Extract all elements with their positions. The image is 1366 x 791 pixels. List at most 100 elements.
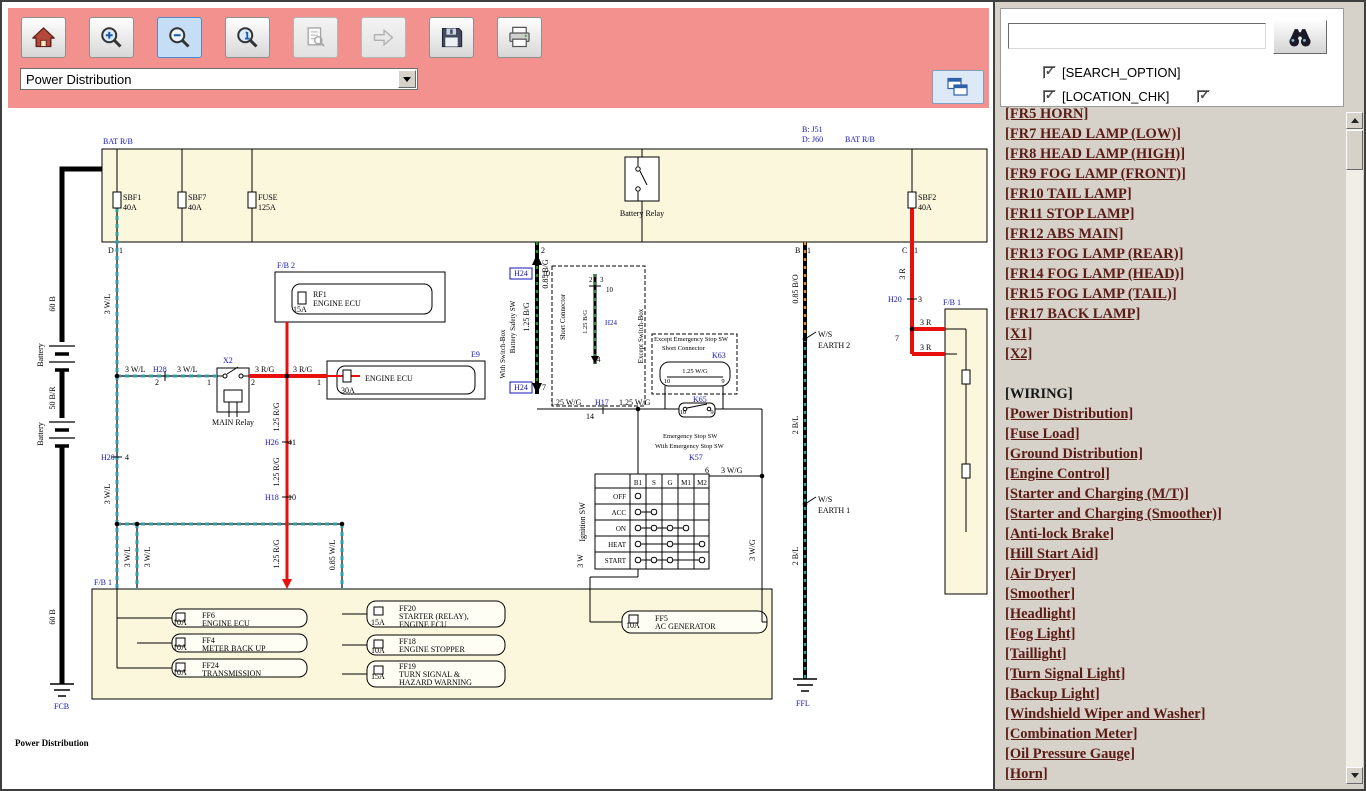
fit-page-button[interactable] <box>293 17 338 58</box>
home-button[interactable] <box>21 17 66 58</box>
nav-link[interactable]: [FR5 HORN] <box>1005 104 1345 124</box>
nav-link[interactable]: [Horn] <box>1005 764 1345 784</box>
zoom-actual-button[interactable] <box>225 17 270 58</box>
search-input[interactable] <box>1008 23 1266 49</box>
nav-link[interactable]: [Backup Light] <box>1005 684 1345 704</box>
nav-link[interactable]: [Engine Control] <box>1005 464 1345 484</box>
diagram-connector-label[interactable]: K57 <box>689 453 703 462</box>
diagram-select[interactable]: Power Distribution <box>20 68 418 90</box>
nav-link[interactable]: [FR17 BACK LAMP] <box>1005 304 1345 324</box>
nav-link[interactable]: [Oil Pressure Gauge] <box>1005 744 1345 764</box>
nav-link[interactable]: [FR13 FOG LAMP (REAR)] <box>1005 244 1345 264</box>
diagram-text-label: TRANSMISSION <box>202 669 261 678</box>
nav-link[interactable]: [X2] <box>1005 344 1345 364</box>
location-chk-checkbox[interactable] <box>1043 90 1056 103</box>
nav-link[interactable]: [Fuse Load] <box>1005 424 1345 444</box>
zoom-in-button[interactable] <box>89 17 134 58</box>
nav-link[interactable]: [FR10 TAIL LAMP] <box>1005 184 1345 204</box>
diagram-text-label: 10 <box>288 493 296 502</box>
diagram-connector-label[interactable]: H20 <box>888 295 902 304</box>
nav-link[interactable]: [FR9 FOG LAMP (FRONT)] <box>1005 164 1345 184</box>
diagram-connector-label[interactable]: BAT R/B <box>103 137 133 146</box>
nav-link[interactable]: [Windshield Wiper and Washer] <box>1005 704 1345 724</box>
diagram-connector-label[interactable]: BAT R/B <box>845 135 875 144</box>
cascade-windows-button[interactable] <box>932 70 984 104</box>
diagram-text-label: Battery <box>36 343 45 367</box>
nav-link[interactable]: [FR12 ABS MAIN] <box>1005 224 1345 244</box>
nav-link[interactable]: [Starter and Charging (M/T)] <box>1005 484 1345 504</box>
diagram-text-label: 60 B <box>48 296 57 311</box>
nav-link[interactable]: [Headlight] <box>1005 604 1345 624</box>
diagram-connector-label[interactable]: E9 <box>471 350 480 359</box>
search-button[interactable] <box>1273 20 1327 54</box>
red-wire-arrow <box>282 579 292 589</box>
diagram-connector-label[interactable]: D: J60 <box>802 135 823 144</box>
diagram-connector-label[interactable]: X2 <box>223 356 233 365</box>
nav-link[interactable]: [Anti-lock Brake] <box>1005 524 1345 544</box>
save-button[interactable] <box>429 17 474 58</box>
forward-arrow-icon <box>370 24 397 51</box>
diagram-text-label: SBF2 <box>918 193 936 202</box>
nav-link[interactable]: [Taillight] <box>1005 644 1345 664</box>
nav-scrollbar[interactable] <box>1346 112 1363 784</box>
diagram-connector-label[interactable]: K65 <box>693 395 707 404</box>
diagram-connector-label[interactable]: B: J51 <box>802 125 823 134</box>
diagram-connector-label[interactable]: K63 <box>712 351 726 360</box>
zoom-out-button[interactable] <box>157 17 202 58</box>
diagram-text-label: With Switch-Box <box>499 329 507 378</box>
diagram-text-label: 1 <box>119 246 123 255</box>
forward-button[interactable] <box>361 17 406 58</box>
scroll-up-button[interactable] <box>1346 112 1363 129</box>
nav-link[interactable]: [Hill Start Aid] <box>1005 544 1345 564</box>
diagram-connector-label[interactable]: H24 <box>514 383 528 392</box>
nav-link[interactable]: [FR8 HEAD LAMP (HIGH)] <box>1005 144 1345 164</box>
nav-link[interactable]: [Smoother] <box>1005 584 1345 604</box>
nav-link[interactable]: [Fog Light] <box>1005 624 1345 644</box>
nav-link[interactable]: [Starter and Charging (Smoother)] <box>1005 504 1345 524</box>
diagram-text-label: 4 <box>597 356 601 364</box>
toolbar-button-row <box>21 17 542 58</box>
diagram-text-label: 0.85 W/L <box>328 540 337 571</box>
diagram-connector-label[interactable]: H18 <box>265 493 279 502</box>
diagram-connector-label[interactable]: FCB <box>54 702 69 711</box>
diagram-connector-label[interactable]: F/B 1 <box>94 578 112 587</box>
diagram-connector-label[interactable]: H28 <box>153 365 167 374</box>
nav-link[interactable]: [X1] <box>1005 324 1345 344</box>
diagram-connector-label[interactable]: F/B 1 <box>943 298 961 307</box>
diagram-text-label: C <box>902 246 907 255</box>
diagram-connector-label[interactable]: H26 <box>265 438 279 447</box>
search-option-checkbox[interactable] <box>1043 66 1056 79</box>
nav-link[interactable]: [Turn Signal Light] <box>1005 664 1345 684</box>
diagram-connector-label[interactable]: FFL <box>796 699 810 708</box>
search-option-label: [SEARCH_OPTION] <box>1062 65 1180 80</box>
nav-link[interactable]: [Power Distribution] <box>1005 404 1345 424</box>
diagram-text-label: SBF7 <box>188 193 206 202</box>
diagram-text-label: 3 <box>600 276 604 284</box>
diagram-text-label: 3 R/G <box>255 365 275 374</box>
location-chk-extra-checkbox[interactable] <box>1197 90 1210 103</box>
nav-link[interactable]: [FR14 FOG LAMP (HEAD)] <box>1005 264 1345 284</box>
nav-link[interactable]: [Ground Distribution] <box>1005 444 1345 464</box>
diagram-text-label: HAZARD WARNING <box>399 678 472 687</box>
nav-link[interactable]: [Combination Meter] <box>1005 724 1345 744</box>
diagram-connector-label[interactable]: H17 <box>595 398 609 407</box>
print-button[interactable] <box>497 17 542 58</box>
scroll-down-button[interactable] <box>1346 767 1363 784</box>
chevron-down-icon[interactable] <box>398 70 416 88</box>
nav-link[interactable]: [Air Dryer] <box>1005 564 1345 584</box>
location-chk-label: [LOCATION_CHK] <box>1062 89 1169 104</box>
diagram-text-label: G <box>667 479 672 487</box>
diagram-connector-label[interactable]: H24 <box>605 319 618 327</box>
nav-spacer <box>1005 364 1345 384</box>
home-icon <box>30 24 57 51</box>
diagram-connector-label[interactable]: H20 <box>101 453 115 462</box>
diagram-text-label: 10A <box>626 621 640 630</box>
diagram-connector-label[interactable]: H24 <box>514 269 528 278</box>
diagram-connector-label[interactable]: F/B 2 <box>277 261 295 270</box>
wiring-diagram: BAT R/BB: J51D: J60BAT R/BSBF140ASBF740A… <box>5 112 990 775</box>
scrollbar-thumb[interactable] <box>1346 130 1363 170</box>
nav-link[interactable]: [FR7 HEAD LAMP (LOW)] <box>1005 124 1345 144</box>
nav-link[interactable]: [FR15 FOG LAMP (TAIL)] <box>1005 284 1345 304</box>
search-panel: [SEARCH_OPTION] [LOCATION_CHK] <box>1000 8 1344 107</box>
nav-link[interactable]: [FR11 STOP LAMP] <box>1005 204 1345 224</box>
